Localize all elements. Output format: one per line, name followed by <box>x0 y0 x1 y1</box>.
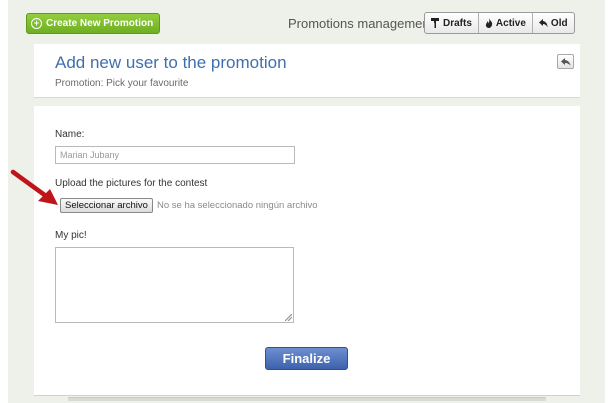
back-arrow-icon <box>560 53 571 71</box>
flame-icon <box>485 18 493 28</box>
promotion-filter-group: Drafts Active Old <box>424 12 575 34</box>
my-pic-textarea[interactable] <box>55 247 294 323</box>
filter-drafts-label: Drafts <box>443 17 472 29</box>
finalize-button[interactable]: Finalize <box>265 347 348 370</box>
section-title: Promotions management <box>288 16 434 31</box>
undo-arrow-icon <box>538 18 548 28</box>
create-new-promotion-button[interactable]: + Create New Promotion <box>26 13 161 34</box>
name-input[interactable] <box>55 146 295 164</box>
paint-roller-icon <box>431 18 440 28</box>
resize-grip-icon[interactable] <box>285 314 292 321</box>
page-header: Add new user to the promotion Promotion:… <box>34 44 580 98</box>
filter-active-button[interactable]: Active <box>479 13 533 33</box>
choose-file-button[interactable]: Seleccionar archivo <box>60 198 153 213</box>
promotion-subtitle: Promotion: Pick your favourite <box>55 78 189 89</box>
name-label: Name: <box>55 129 85 140</box>
page-title: Add new user to the promotion <box>55 53 287 72</box>
filter-drafts-button[interactable]: Drafts <box>425 13 479 33</box>
back-button[interactable] <box>557 54 574 69</box>
file-status-text: No se ha seleccionado ningún archivo <box>157 200 318 211</box>
red-arrow-icon <box>10 169 58 205</box>
filter-old-label: Old <box>550 17 568 29</box>
my-pic-label: My pic! <box>55 230 87 241</box>
page-footer-edge <box>68 397 546 401</box>
create-button-label: Create New Promotion <box>46 18 154 29</box>
top-toolbar: + Create New Promotion Promotions manage… <box>26 12 610 36</box>
user-form: Name: Upload the pictures for the contes… <box>34 106 580 396</box>
filter-old-button[interactable]: Old <box>533 13 574 33</box>
filter-active-label: Active <box>495 17 526 29</box>
upload-label: Upload the pictures for the contest <box>55 178 208 189</box>
plus-circle-icon: + <box>31 18 42 29</box>
